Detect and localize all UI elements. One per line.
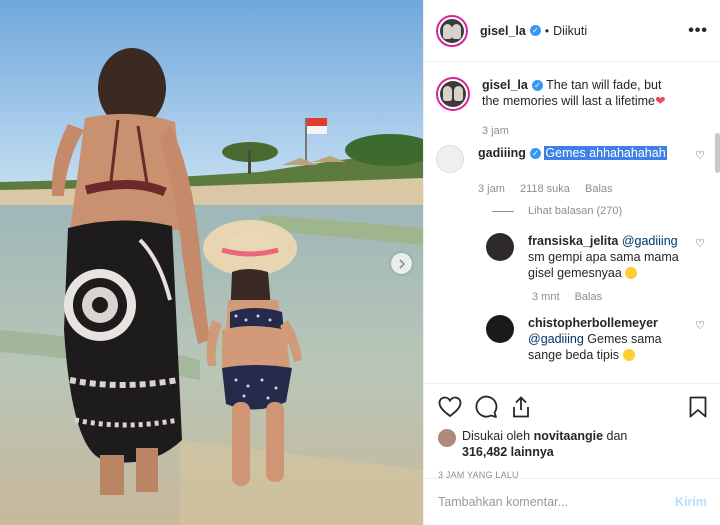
comment-button[interactable] [474,395,498,419]
laughing-emoji-icon [625,267,638,279]
comment-body: Gemes ahhahahahah [544,146,667,160]
verified-badge-icon: ✓ [531,80,543,92]
bookmark-icon [689,396,707,418]
author-username[interactable]: gisel_la [480,24,526,38]
follow-status-button[interactable]: Diikuti [553,24,587,38]
commenter-avatar[interactable] [436,145,464,173]
reply-body: sm gempi apa sama mama gisel gemesnyaa [528,250,679,280]
likes-text: Disukai oleh novitaangie dan 316,482 lai… [462,428,627,460]
post-comment-button[interactable]: Kirim [675,495,707,509]
post-actions: Disukai oleh novitaangie dan 316,482 lai… [424,383,720,480]
comments-scrollbar[interactable] [715,133,720,173]
like-comment-heart-icon[interactable]: ♡ [695,145,705,162]
comment-likes[interactable]: 2118 suka [520,183,570,195]
caption-author-avatar[interactable] [436,77,470,111]
reply-mention[interactable]: @gadiiing [622,234,678,248]
reply-time[interactable]: 3 mnt [532,291,560,303]
reply-username[interactable]: fransiska_jelita [528,234,618,248]
comment-meta: 3 jam 2118 suka Balas [478,183,705,195]
reply-item: chistopherbollemeyer @gadiiing Gemes sam… [486,315,705,363]
caption-username[interactable]: gisel_la [482,78,528,92]
reply-avatar[interactable] [486,315,514,343]
post-photo[interactable] [0,0,423,525]
liker-username[interactable]: novitaangie [534,429,603,443]
comment-item: gadiiing ✓ Gemes ahhahahahah ♡ [436,145,705,173]
like-reply-heart-icon[interactable]: ♡ [695,233,705,250]
verified-badge-icon: ✓ [529,148,541,160]
comment-username[interactable]: gadiiing [478,146,526,160]
comment-time[interactable]: 3 jam [478,183,505,195]
likes-count[interactable]: 316,482 lainnya [462,445,554,459]
beach-photo-image [0,0,423,525]
share-icon [513,396,529,418]
post-side-panel: gisel_la ✓ • Diikuti ••• gisel_la ✓ The t… [423,0,720,525]
reply-item: fransiska_jelita @gadiiing sm gempi apa … [486,233,705,303]
caption-meta: 3 jam [482,125,705,137]
share-button[interactable] [510,396,532,418]
comment-icon [475,395,498,418]
likes-prefix: Disukai oleh [462,429,531,443]
caption: gisel_la ✓ The tan will fade, but the mem… [436,77,705,111]
reply-avatar[interactable] [486,233,514,261]
reply-reply-button[interactable]: Balas [575,291,603,303]
reply-text: fransiska_jelita @gadiiing sm gempi apa … [528,233,688,281]
comment-reply-button[interactable]: Balas [585,183,613,195]
add-comment-bar: Kirim [424,478,720,525]
comment-input[interactable] [438,495,676,509]
comments-list[interactable]: gisel_la ✓ The tan will fade, but the mem… [424,63,720,383]
verified-badge-icon: ✓ [529,25,541,36]
author-avatar[interactable] [436,14,468,47]
instagram-post-view: gisel_la ✓ • Diikuti ••• gisel_la ✓ The t… [0,0,720,525]
more-options-button[interactable]: ••• [688,22,708,40]
view-replies-button[interactable]: Lihat balasan (270) [492,205,705,217]
reply-text: chistopherbollemeyer @gadiiing Gemes sam… [528,315,688,363]
reply-meta: 3 mnt Balas [532,291,705,303]
chevron-right-icon [398,258,405,269]
liker-avatar[interactable] [438,429,456,447]
like-reply-heart-icon[interactable]: ♡ [695,315,705,332]
likes-summary: Disukai oleh novitaangie dan 316,482 lai… [438,428,707,460]
caption-time[interactable]: 3 jam [482,125,509,137]
separator-dot: • [544,23,550,38]
action-icons [438,392,707,422]
reply-mention[interactable]: @gadiiing [528,332,584,346]
red-heart-emoji-icon: ❤ [654,94,666,108]
comment-text: gadiiing ✓ Gemes ahhahahahah [478,145,668,161]
caption-text: gisel_la ✓ The tan will fade, but the mem… [482,77,672,109]
heart-icon [438,396,462,418]
next-photo-button[interactable] [391,253,412,274]
likes-joiner: dan [606,429,628,443]
save-button[interactable] [689,396,707,418]
crying-emoji-icon [622,349,635,361]
post-header: gisel_la ✓ • Diikuti ••• [424,0,720,62]
like-button[interactable] [438,396,462,418]
reply-username[interactable]: chistopherbollemeyer [528,316,658,330]
